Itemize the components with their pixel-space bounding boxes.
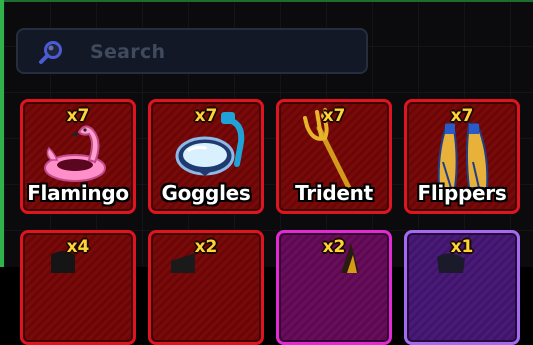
item-count: x7 (322, 106, 346, 126)
item-name: Flamingo (27, 181, 129, 205)
item-name: Trident (295, 181, 373, 205)
inventory-item-flippers[interactable]: x7 Flippers (404, 99, 520, 214)
search-placeholder: Search (90, 41, 166, 63)
inventory-item[interactable]: x1 (404, 230, 520, 345)
item-count: x4 (66, 237, 90, 257)
item-count: x1 (450, 237, 474, 257)
item-name: Flippers (417, 181, 507, 205)
item-count: x2 (194, 237, 218, 257)
inventory-item[interactable]: x2 (276, 230, 392, 345)
item-count: x7 (66, 106, 90, 126)
inventory-item[interactable]: x4 (20, 230, 136, 345)
item-count: x7 (450, 106, 474, 126)
item-count: x2 (322, 237, 346, 257)
search-input[interactable]: Search (16, 28, 368, 74)
inventory-item-goggles[interactable]: x7 Goggles (148, 99, 264, 214)
item-name: Goggles (161, 181, 251, 205)
left-border (0, 0, 4, 267)
inventory-item-flamingo[interactable]: x7 Flamingo (20, 99, 136, 214)
top-border (0, 0, 533, 2)
inventory-item-trident[interactable]: x7 Trident (276, 99, 392, 214)
search-icon (39, 41, 62, 64)
item-count: x7 (194, 106, 218, 126)
inventory-item[interactable]: x2 (148, 230, 264, 345)
